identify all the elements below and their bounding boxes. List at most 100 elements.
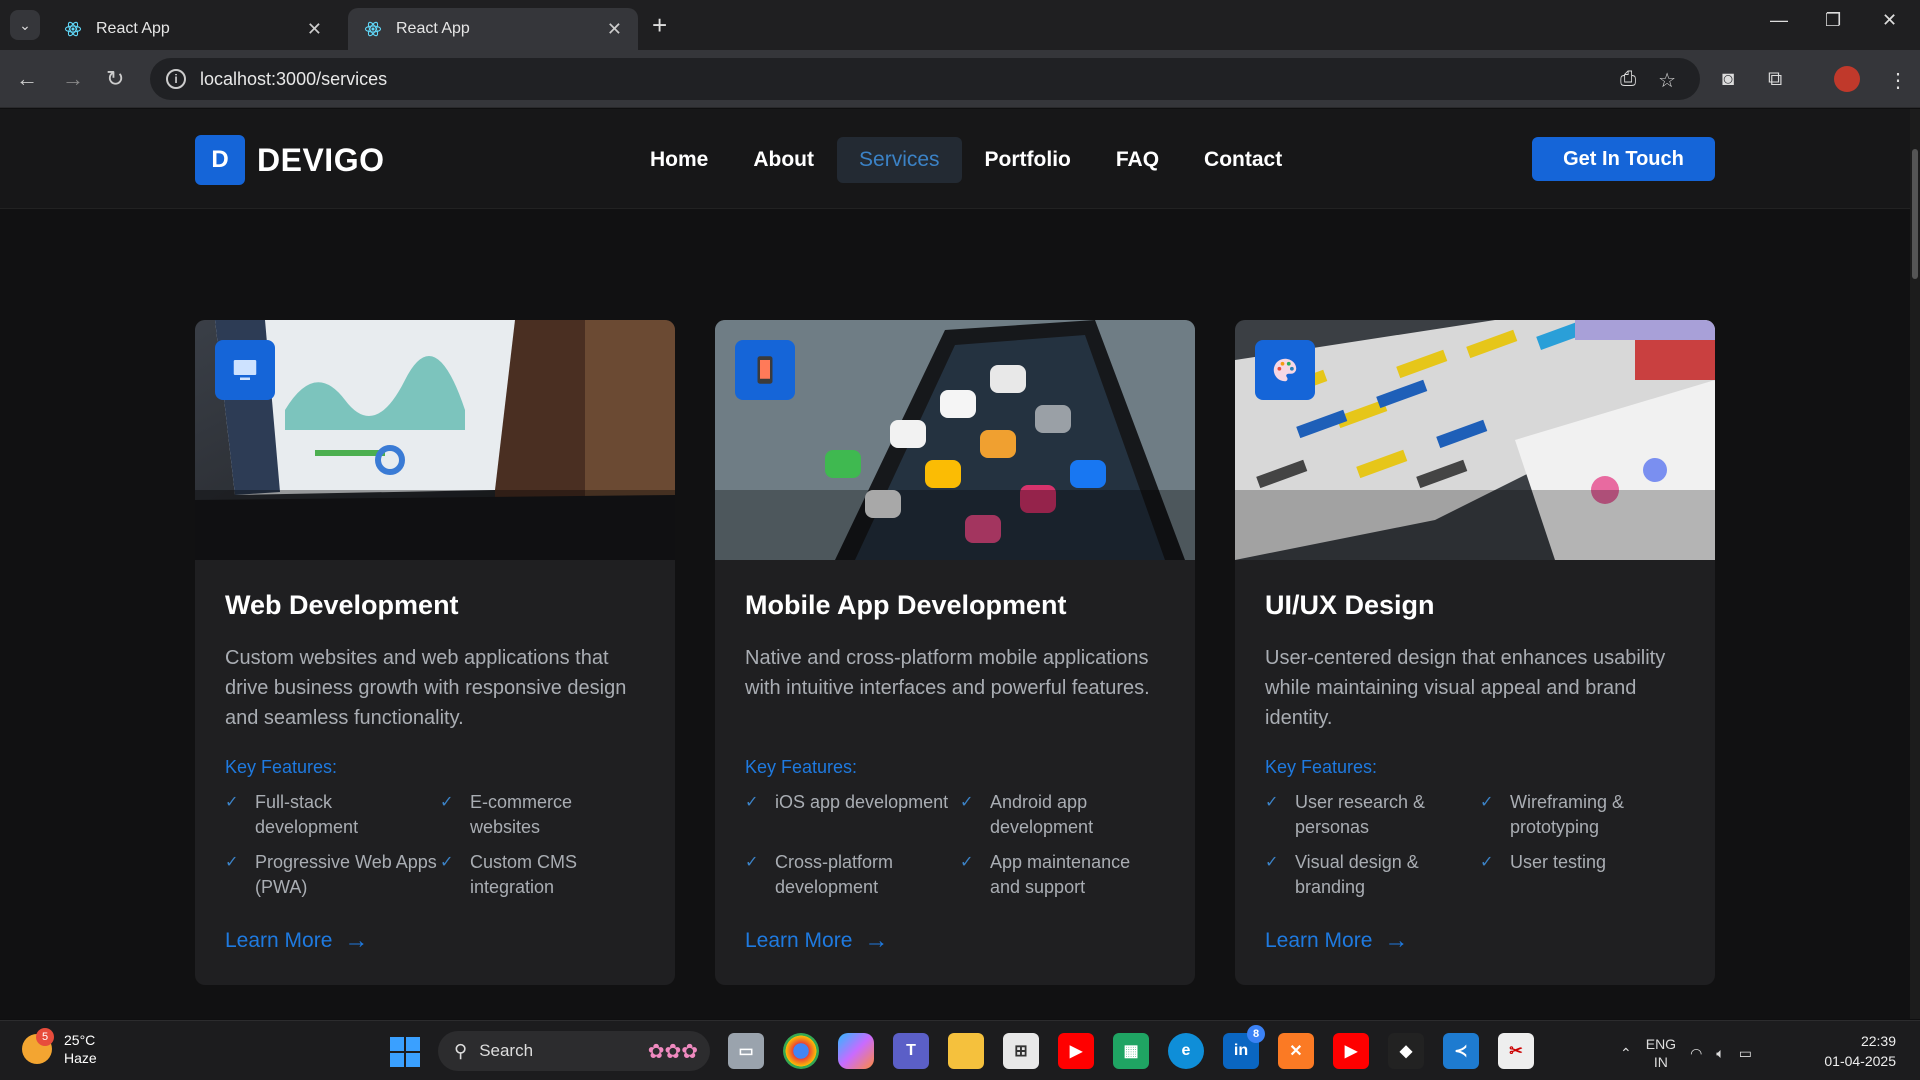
feature-list: ✓ iOS app development ✓ Android app develo… xyxy=(745,790,1165,900)
nav-home[interactable]: Home xyxy=(628,137,730,183)
check-icon: ✓ xyxy=(225,854,239,871)
back-icon[interactable]: ← xyxy=(16,64,38,94)
react-icon xyxy=(64,20,82,38)
check-icon: ✓ xyxy=(745,854,759,871)
wifi-icon[interactable]: ◠ xyxy=(1690,1045,1702,1062)
language-indicator[interactable]: ENG IN xyxy=(1646,1035,1676,1071)
palette-icon xyxy=(1255,340,1315,400)
service-card-web: Web Development Custom websites and web … xyxy=(195,320,675,985)
camera-icon[interactable]: ◙ xyxy=(1722,68,1734,91)
snipping-tool-icon[interactable]: ✂ xyxy=(1498,1033,1534,1069)
site-header: D DEVIGO Home About Services Portfolio F… xyxy=(0,109,1910,209)
new-tab-button[interactable]: + xyxy=(652,10,667,40)
address-bar[interactable]: i localhost:3000/services ⎙ ☆ xyxy=(150,58,1700,100)
edge-icon[interactable]: e xyxy=(1168,1033,1204,1069)
obs-app-icon[interactable]: ◆ xyxy=(1388,1033,1424,1069)
teams-icon[interactable]: T xyxy=(893,1033,929,1069)
volume-icon[interactable]: 🔈︎ xyxy=(1716,1045,1724,1062)
check-icon: ✓ xyxy=(960,794,974,811)
service-card-mobile: Mobile App Development Native and cross-… xyxy=(715,320,1195,985)
copilot-icon[interactable] xyxy=(838,1033,874,1069)
vscode-icon[interactable]: ≺ xyxy=(1443,1033,1479,1069)
profile-avatar[interactable] xyxy=(1834,66,1860,92)
tab-title: React App xyxy=(96,20,170,37)
scrollbar-thumb[interactable] xyxy=(1912,149,1918,279)
google-sheets-icon[interactable]: ▦ xyxy=(1113,1033,1149,1069)
check-icon: ✓ xyxy=(960,854,974,871)
card-title: UI/UX Design xyxy=(1265,590,1435,620)
chrome-icon[interactable] xyxy=(783,1033,819,1069)
learn-more-link[interactable]: Learn More → xyxy=(745,927,888,955)
url-text[interactable]: localhost:3000/services xyxy=(200,69,387,90)
nav-contact[interactable]: Contact xyxy=(1182,137,1304,183)
tab-search-button[interactable]: ⌄ xyxy=(10,10,40,40)
reload-icon[interactable]: ↻ xyxy=(106,64,124,94)
site-info-icon[interactable]: i xyxy=(166,69,186,89)
key-features-label: Key Features: xyxy=(225,757,338,777)
nav-services[interactable]: Services xyxy=(837,137,962,183)
check-icon: ✓ xyxy=(225,794,239,811)
check-icon: ✓ xyxy=(1480,854,1494,871)
feature-item: ✓ App maintenance and support xyxy=(960,850,1160,900)
card-title: Web Development xyxy=(225,590,459,620)
linkedin-icon[interactable]: in 8 xyxy=(1223,1025,1265,1069)
bookmark-star-icon[interactable]: ☆ xyxy=(1658,68,1676,93)
feature-item: ✓ Visual design & branding xyxy=(1265,850,1480,900)
main-nav: Home About Services Portfolio FAQ Contac… xyxy=(628,137,1305,183)
minimize-icon[interactable]: — xyxy=(1770,10,1788,31)
nav-faq[interactable]: FAQ xyxy=(1094,137,1181,183)
site-logo[interactable]: D DEVIGO xyxy=(195,135,384,185)
task-view-icon[interactable]: ▭ xyxy=(728,1033,764,1069)
browser-tab-2[interactable]: React App ✕ xyxy=(348,8,638,50)
close-tab-icon[interactable]: ✕ xyxy=(607,19,622,40)
search-icon: ⚲ xyxy=(454,1040,468,1061)
arrow-right-icon: → xyxy=(344,927,369,954)
xampp-icon[interactable]: ✕ xyxy=(1278,1033,1314,1069)
linkedin-badge: 8 xyxy=(1247,1025,1265,1043)
taskbar-search[interactable]: ⚲ Search ✿✿✿ xyxy=(438,1031,710,1071)
get-in-touch-button[interactable]: Get In Touch xyxy=(1532,137,1715,181)
mobile-icon xyxy=(735,340,795,400)
restore-icon[interactable]: ❐ xyxy=(1825,10,1841,31)
check-icon: ✓ xyxy=(440,794,454,811)
browser-tab-1[interactable]: React App ✕ xyxy=(48,8,338,50)
browser-toolbar: ← → ↻ i localhost:3000/services ⎙ ☆ ◙ ⧉ … xyxy=(0,50,1920,108)
close-tab-icon[interactable]: ✕ xyxy=(307,19,322,40)
page-scrollbar[interactable] xyxy=(1910,109,1920,1019)
react-icon xyxy=(364,20,382,38)
brand-name: DEVIGO xyxy=(257,141,385,178)
check-icon: ✓ xyxy=(1265,794,1279,811)
arrow-right-icon: → xyxy=(864,927,889,954)
chevron-up-icon[interactable]: ⌃ xyxy=(1620,1045,1632,1062)
check-icon: ✓ xyxy=(745,794,759,811)
menu-icon[interactable]: ⋮ xyxy=(1888,68,1908,93)
system-tray: ⌃ ENG IN ◠ 🔈︎ ▭ xyxy=(1620,1035,1752,1071)
forward-icon[interactable]: → xyxy=(62,64,84,94)
nav-portfolio[interactable]: Portfolio xyxy=(963,137,1093,183)
nav-about[interactable]: About xyxy=(731,137,836,183)
tab-strip: ⌄ React App ✕ React App ✕ + — ❐ ✕ xyxy=(0,0,1920,50)
file-explorer-icon[interactable] xyxy=(948,1033,984,1069)
pinned-apps: ▭ T ⊞ ▶ ▦ e in 8 ✕ ▶ ◆ ≺ ✂ xyxy=(728,1025,1534,1069)
windows-start-icon[interactable] xyxy=(390,1037,420,1067)
system-clock[interactable]: 22:39 01-04-2025 xyxy=(1824,1031,1896,1071)
learn-more-link[interactable]: Learn More → xyxy=(1265,927,1408,955)
battery-icon[interactable]: ▭ xyxy=(1739,1045,1752,1062)
youtube-icon[interactable]: ▶ xyxy=(1058,1033,1094,1069)
card-description: User-centered design that enhances usabi… xyxy=(1265,647,1666,729)
feature-item: ✓ User research & personas xyxy=(1265,790,1480,840)
close-window-icon[interactable]: ✕ xyxy=(1882,10,1897,31)
notification-badge: 5 xyxy=(36,1028,54,1046)
monitor-icon xyxy=(215,340,275,400)
microsoft-store-icon[interactable]: ⊞ xyxy=(1003,1033,1039,1069)
check-icon: ✓ xyxy=(440,854,454,871)
youtube-app-icon[interactable]: ▶ xyxy=(1333,1033,1369,1069)
feature-item: ✓ Wireframing & prototyping xyxy=(1480,790,1680,840)
weather-desc: Haze xyxy=(64,1050,97,1066)
extensions-icon[interactable]: ⧉ xyxy=(1768,68,1782,91)
learn-more-link[interactable]: Learn More → xyxy=(225,927,368,955)
weather-widget[interactable]: 5 25°C Haze xyxy=(22,1028,97,1067)
install-app-icon[interactable]: ⎙ xyxy=(1620,68,1636,93)
feature-item: ✓ Cross-platform development xyxy=(745,850,960,900)
weather-sun-icon: 5 xyxy=(22,1028,54,1064)
